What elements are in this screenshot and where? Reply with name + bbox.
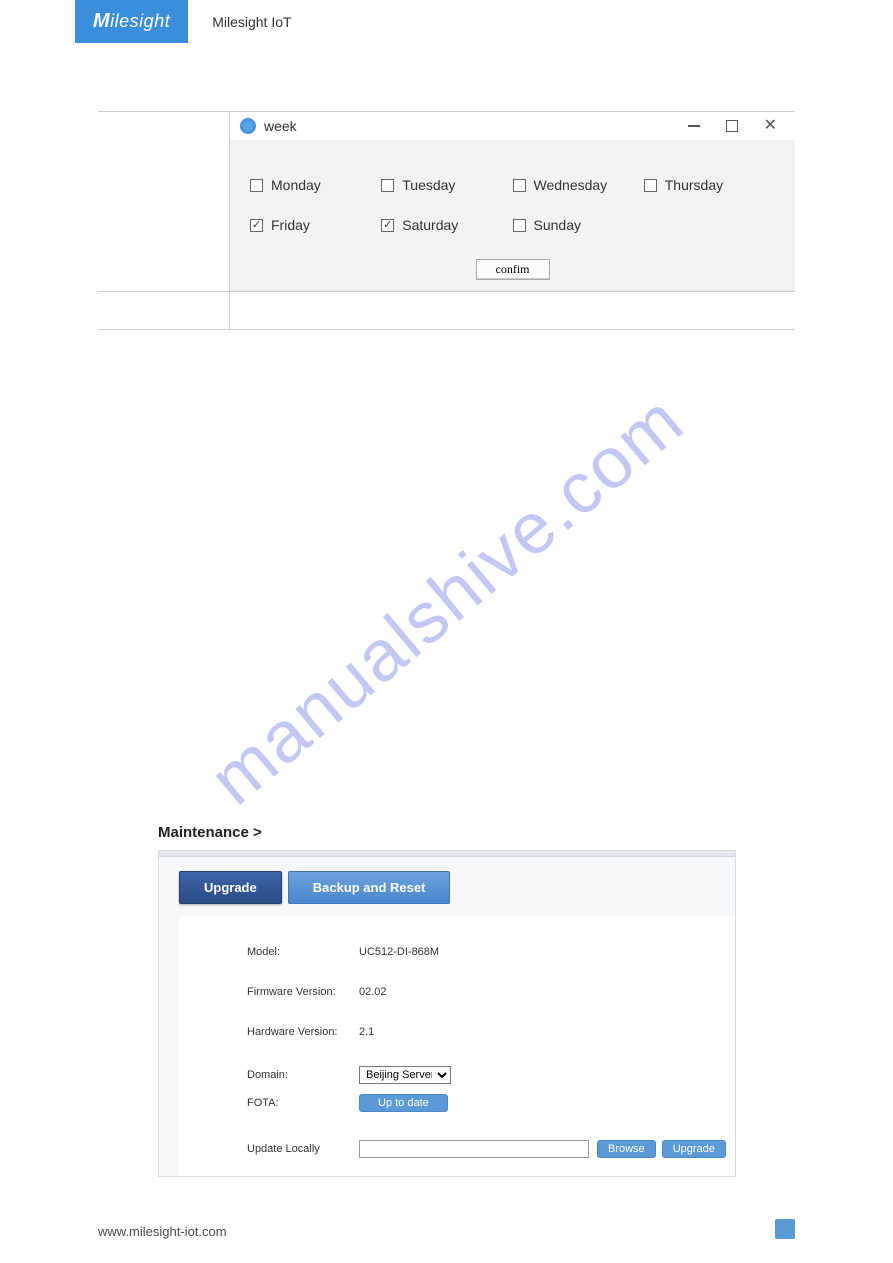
tab-backup-reset[interactable]: Backup and Reset: [288, 871, 451, 904]
confirm-button[interactable]: confim: [476, 259, 550, 280]
footer-url: www.milesight-iot.com: [98, 1224, 227, 1239]
logo-text: ilesight: [110, 11, 170, 31]
maintenance-panel: Upgrade Backup and Reset Model: UC512-DI…: [158, 850, 736, 1177]
checkbox-checked[interactable]: [381, 219, 394, 232]
maximize-icon[interactable]: [726, 120, 738, 132]
value-model: UC512-DI-868M: [359, 946, 439, 958]
checkbox[interactable]: [513, 219, 526, 232]
label-domain: Domain:: [247, 1069, 359, 1081]
day-label: Saturday: [402, 217, 458, 233]
day-tuesday[interactable]: Tuesday: [381, 177, 512, 193]
checkbox[interactable]: [644, 179, 657, 192]
milesight-logo: Milesight: [75, 0, 188, 43]
week-icon: [240, 118, 256, 134]
day-saturday[interactable]: Saturday: [381, 217, 512, 233]
close-icon[interactable]: ✕: [764, 118, 777, 134]
value-firmware: 02.02: [359, 986, 387, 998]
label-fota: FOTA:: [247, 1097, 359, 1109]
header-title: Milesight IoT: [212, 14, 291, 30]
upgrade-button[interactable]: Upgrade: [662, 1140, 726, 1158]
tabs: Upgrade Backup and Reset: [159, 857, 735, 904]
empty-row: [98, 292, 795, 330]
day-monday[interactable]: Monday: [250, 177, 381, 193]
label-firmware: Firmware Version:: [247, 986, 359, 998]
checkbox[interactable]: [381, 179, 394, 192]
fota-status: Up to date: [359, 1094, 448, 1112]
day-sunday[interactable]: Sunday: [513, 217, 644, 233]
form-area: Model: UC512-DI-868M Firmware Version: 0…: [179, 916, 735, 1176]
domain-select[interactable]: Beijing Server: [359, 1066, 451, 1084]
day-wednesday[interactable]: Wednesday: [513, 177, 644, 193]
day-thursday[interactable]: Thursday: [644, 177, 775, 193]
section-title: Maintenance >: [158, 824, 262, 841]
day-label: Tuesday: [402, 177, 455, 193]
week-left-cell: [98, 112, 230, 291]
week-title: week: [264, 118, 297, 134]
row-domain: Domain: Beijing Server: [247, 1066, 735, 1084]
page-header: Milesight Milesight IoT: [75, 0, 893, 43]
label-hardware: Hardware Version:: [247, 1026, 359, 1038]
confirm-row: confim: [230, 243, 795, 290]
week-dialog: week ✕ Monday Tuesday Wednesday Thursday…: [230, 112, 795, 291]
file-path-input[interactable]: [359, 1140, 589, 1158]
checkbox-checked[interactable]: [250, 219, 263, 232]
checkbox[interactable]: [513, 179, 526, 192]
day-label: Monday: [271, 177, 321, 193]
window-controls: ✕: [688, 118, 785, 134]
page-indicator: [775, 1219, 795, 1239]
minimize-icon[interactable]: [688, 125, 700, 127]
tab-upgrade[interactable]: Upgrade: [179, 871, 282, 904]
watermark: manualshive.com: [194, 379, 699, 821]
week-body: Monday Tuesday Wednesday Thursday Friday…: [230, 141, 795, 243]
week-titlebar: week ✕: [230, 112, 795, 141]
day-label: Wednesday: [534, 177, 608, 193]
day-label: Sunday: [534, 217, 581, 233]
row-hardware: Hardware Version: 2.1: [247, 1026, 735, 1038]
value-hardware: 2.1: [359, 1026, 374, 1038]
label-model: Model:: [247, 946, 359, 958]
day-label: Friday: [271, 217, 310, 233]
day-label: Thursday: [665, 177, 723, 193]
browse-button[interactable]: Browse: [597, 1140, 656, 1158]
row-fota: FOTA: Up to date: [247, 1094, 735, 1112]
empty-cell-left: [98, 292, 230, 329]
label-update-locally: Update Locally: [247, 1143, 359, 1155]
week-row: week ✕ Monday Tuesday Wednesday Thursday…: [98, 112, 795, 292]
day-friday[interactable]: Friday: [250, 217, 381, 233]
checkbox[interactable]: [250, 179, 263, 192]
row-firmware: Firmware Version: 02.02: [247, 986, 735, 998]
row-model: Model: UC512-DI-868M: [247, 946, 735, 958]
row-update-locally: Update Locally Browse Upgrade: [247, 1140, 735, 1158]
